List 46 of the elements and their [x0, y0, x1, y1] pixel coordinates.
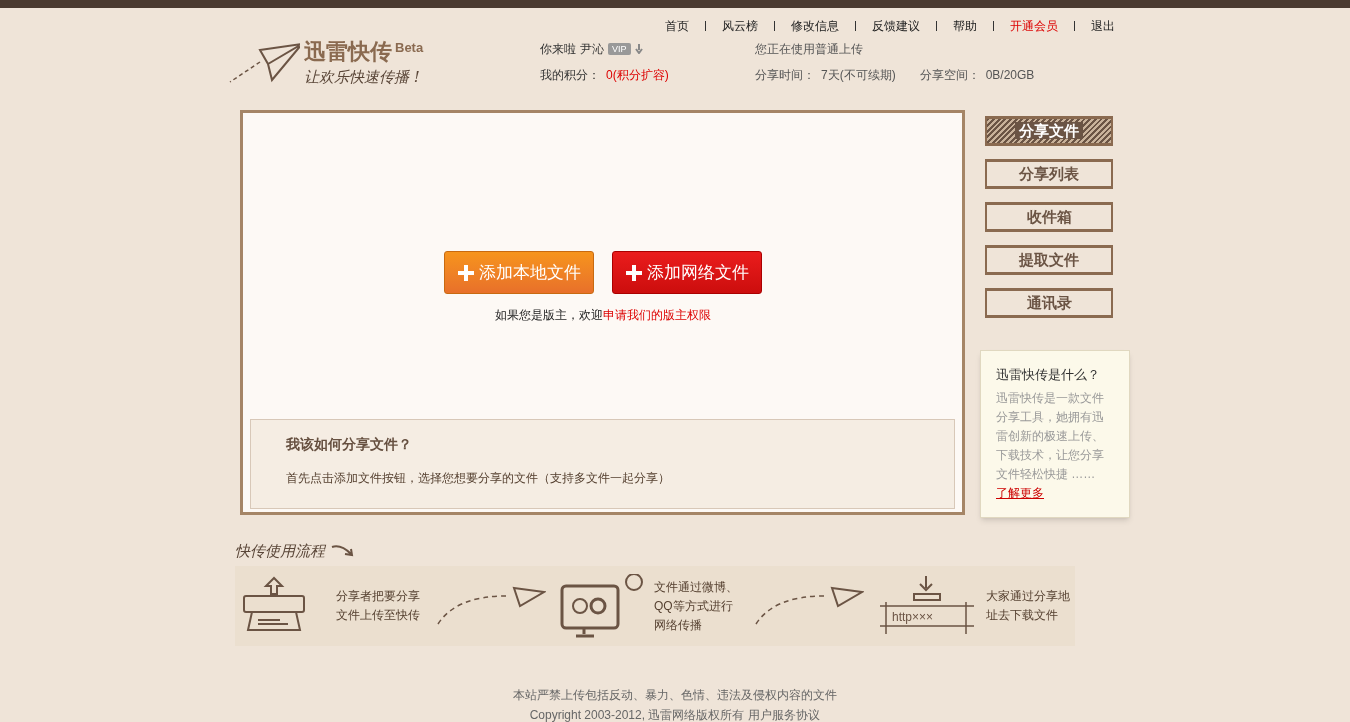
footer-notice: 本站严禁上传包括反动、暴力、色情、违法及侵权内容的文件 [513, 687, 837, 704]
copyright-text: Copyright 2003-2012, 迅雷网络版权所有 [529, 707, 745, 722]
vip-badge: VIP [608, 43, 631, 55]
nav-link[interactable]: 首页 [665, 17, 689, 35]
help-text: 首先点击添加文件按钮，选择您想要分享的文件（支持多文件一起分享） [286, 470, 671, 487]
side-nav-tab[interactable]: 分享文件 [985, 116, 1113, 146]
about-title: 迅雷快传是什么？ [996, 366, 1101, 384]
side-nav-tab[interactable]: 分享列表 [985, 159, 1113, 189]
nav-link[interactable]: 退出 [1091, 17, 1115, 35]
flow-step-text: 分享者把要分享文件上传至快传 [336, 588, 421, 624]
beta-label: Beta [395, 39, 424, 57]
points-label: 我的积分： [540, 67, 600, 84]
url-text: http××× [892, 609, 934, 626]
plus-icon [456, 263, 475, 282]
nav-link[interactable]: 帮助 [953, 17, 977, 35]
curved-arrow-icon [331, 543, 355, 558]
monitor-icon [558, 574, 644, 638]
help-title: 我该如何分享文件？ [286, 435, 413, 454]
side-nav-tab[interactable]: 收件箱 [985, 202, 1113, 232]
about-text: 迅雷快传是一款文件分享工具，她拥有迅雷创新的极速上传、下载技术，让您分享文件轻松快捷 …… [996, 390, 1104, 481]
terms-link[interactable]: 用户服务协议 [748, 706, 821, 722]
side-nav-tab[interactable]: 提取文件 [985, 245, 1113, 275]
nav-link[interactable]: 风云榜 [722, 17, 758, 35]
flow-step-text: 大家通过分享地址去下载文件 [986, 588, 1071, 624]
moderator-link[interactable]: 申请我们的版主权限 [602, 308, 711, 322]
user-name: 尹沁 [580, 41, 604, 58]
flow-title: 快传使用流程 [235, 540, 325, 562]
share-space-label: 分享空间： [919, 67, 980, 84]
flow-step-text: 文件通过微博、QQ等方式进行网络传播 [654, 578, 739, 634]
down-arrow-icon[interactable] [634, 44, 643, 54]
share-time-label: 分享时间： [755, 67, 815, 84]
moderator-notice: 如果您是版主，欢迎 [494, 308, 603, 322]
greeting-text: 你来啦 [540, 41, 576, 58]
nav-link[interactable]: 修改信息 [791, 17, 839, 35]
slogan: 让欢乐快速传播 ! [304, 67, 421, 88]
share-space-value: 0B/20GB [985, 67, 1035, 84]
nav-link[interactable]: 反馈建议 [872, 17, 920, 35]
logo-title: 迅雷快传 [304, 38, 392, 66]
upload-mode-text: 您正在使用普通上传 [755, 41, 864, 58]
side-nav-tab[interactable]: 通讯录 [985, 288, 1113, 318]
nav-link[interactable]: 开通会员 [1010, 17, 1058, 35]
learn-more-link[interactable]: 了解更多 [996, 485, 1044, 500]
points-link[interactable]: 0(积分扩容) [606, 66, 669, 84]
plus-icon [624, 263, 643, 282]
add-file-button[interactable]: 添加网络文件 [611, 251, 762, 294]
share-time-value: 7天(不可续期) [821, 67, 896, 84]
